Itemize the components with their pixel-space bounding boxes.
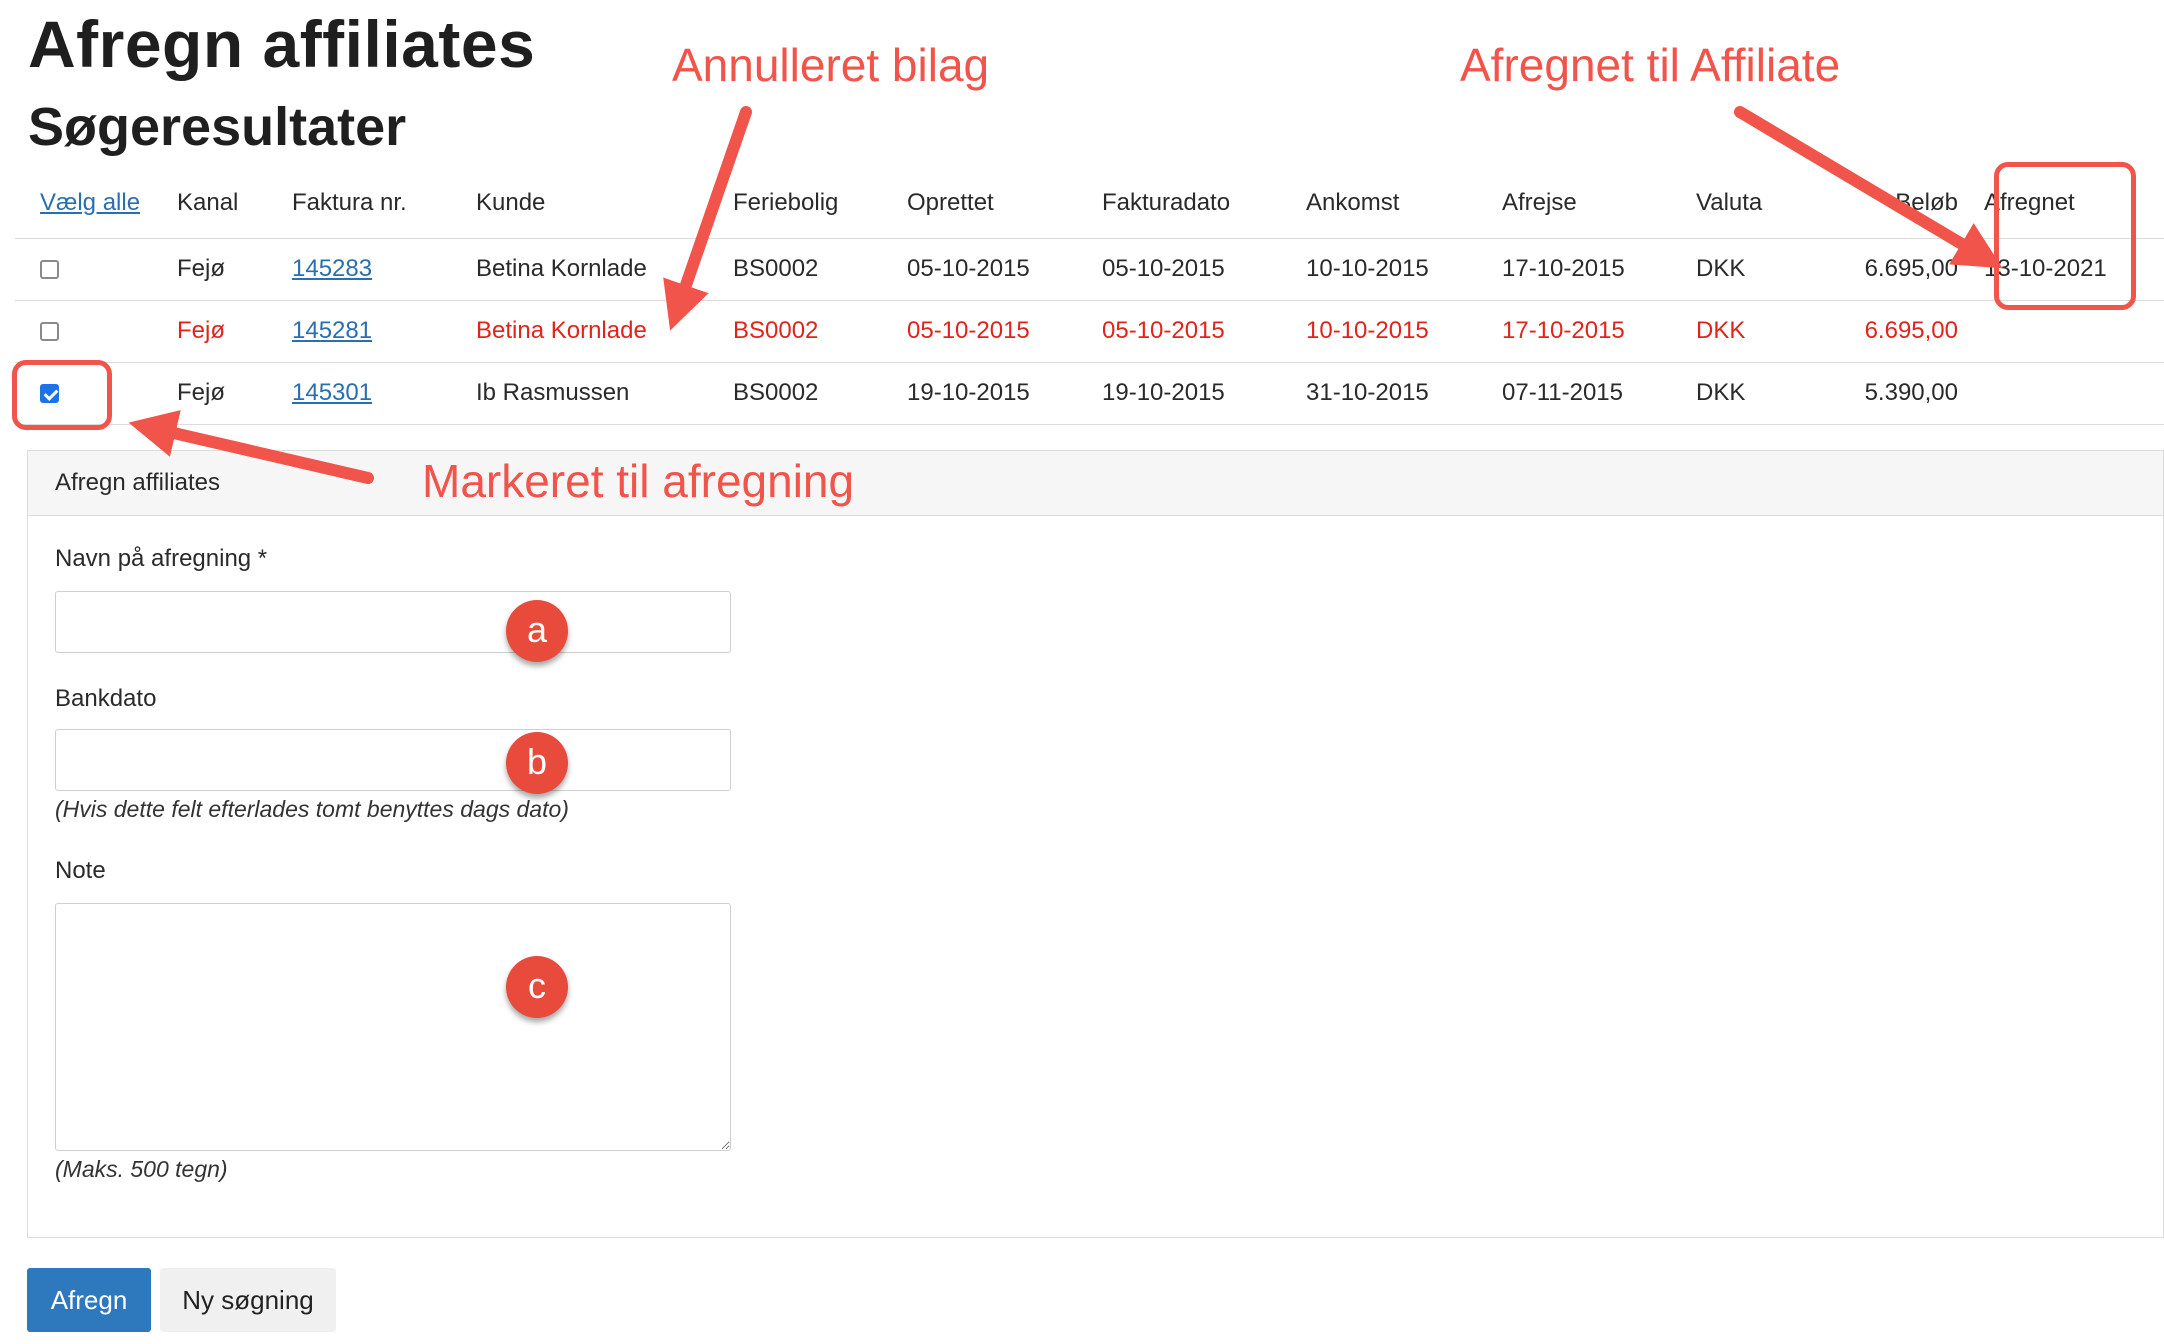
arrow-marked <box>128 410 374 484</box>
arrow-cancelled <box>663 106 752 331</box>
annotation-arrows <box>128 106 2003 484</box>
arrow-settled <box>1734 106 2003 269</box>
